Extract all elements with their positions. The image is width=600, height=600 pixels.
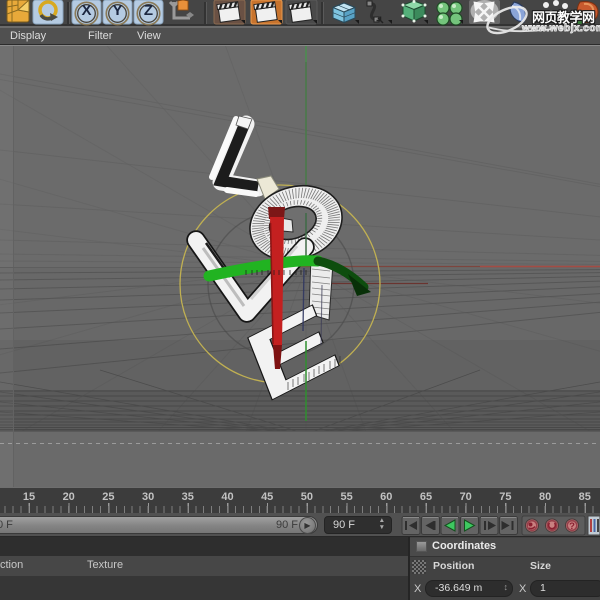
svg-text:X: X <box>81 2 91 19</box>
svg-text:Z: Z <box>144 2 153 19</box>
svg-text:?: ? <box>569 521 575 532</box>
svg-text:Y: Y <box>112 2 122 19</box>
